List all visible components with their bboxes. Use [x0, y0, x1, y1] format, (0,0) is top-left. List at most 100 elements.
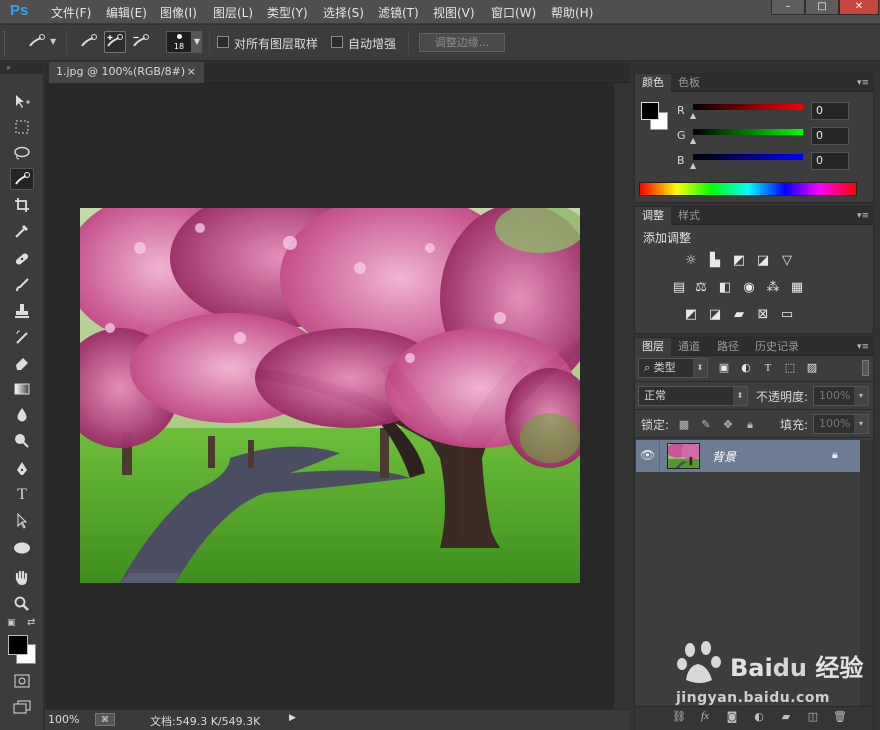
layer-name[interactable]: 背景 — [712, 448, 736, 465]
invert-icon[interactable]: ◩ — [682, 306, 700, 324]
close-tab-icon[interactable]: × — [187, 62, 196, 82]
foreground-color-swatch[interactable] — [8, 635, 28, 655]
minimize-button[interactable]: – — [771, 0, 805, 15]
green-value[interactable]: 0 — [811, 127, 849, 145]
refine-edge-button[interactable]: 调整边缘... — [419, 33, 505, 52]
tool-preset-picker[interactable] — [26, 31, 48, 53]
menu-edit[interactable]: 编辑(E) — [106, 4, 147, 21]
quick-selection-tool-icon[interactable] — [10, 168, 34, 190]
ellipse-tool-icon[interactable] — [10, 537, 34, 559]
exposure-icon[interactable]: ◪ — [754, 252, 772, 270]
filter-pixel-icon[interactable]: ▣ — [715, 359, 733, 377]
collapse-tools-icon[interactable]: » — [0, 62, 44, 74]
channel-mixer-icon[interactable]: ⁂ — [764, 279, 782, 297]
eraser-tool-icon[interactable] — [10, 352, 34, 374]
new-adjustment-layer-icon[interactable]: ◐ — [750, 710, 768, 726]
default-colors-icon[interactable]: ▣ — [7, 618, 16, 628]
layer-filter-select[interactable]: ⌕ 类型 ⬍ — [638, 358, 708, 378]
chevron-down-icon[interactable]: ▼ — [50, 37, 56, 46]
type-tool-icon[interactable]: T — [10, 484, 34, 506]
menu-help[interactable]: 帮助(H) — [551, 4, 593, 21]
blue-slider[interactable] — [693, 154, 803, 160]
vertical-scrollbar[interactable] — [614, 83, 630, 709]
brush-size-dropdown[interactable]: ▼ — [192, 31, 202, 53]
hand-tool-icon[interactable] — [10, 567, 34, 589]
quick-mask-icon[interactable] — [10, 670, 34, 692]
filter-adjustment-icon[interactable]: ◐ — [737, 359, 755, 377]
layer-row[interactable]: 👁︎ 背景 🔒︎ — [636, 440, 860, 472]
menu-window[interactable]: 窗口(W) — [491, 4, 536, 21]
lock-all-icon[interactable]: 🔒︎ — [742, 418, 758, 432]
history-brush-tool-icon[interactable] — [10, 326, 34, 348]
add-to-selection-button[interactable] — [104, 31, 126, 53]
gradient-tool-icon[interactable] — [10, 378, 34, 400]
threshold-icon[interactable]: ▰ — [730, 306, 748, 324]
clone-stamp-tool-icon[interactable] — [10, 300, 34, 322]
brush-tool-icon[interactable] — [10, 274, 34, 296]
document-image[interactable] — [80, 208, 580, 583]
tab-history[interactable]: 历史记录 — [748, 338, 806, 356]
levels-icon[interactable]: ▙ — [706, 252, 724, 270]
fx-icon[interactable]: fx — [696, 710, 714, 726]
slider-thumb-icon[interactable]: ▲ — [690, 136, 696, 145]
lock-transparent-icon[interactable]: ▩ — [676, 418, 692, 432]
black-white-icon[interactable]: ◧ — [716, 279, 734, 297]
spectrum-ramp[interactable] — [639, 182, 857, 196]
blur-tool-icon[interactable] — [10, 404, 34, 426]
dodge-tool-icon[interactable] — [10, 430, 34, 452]
color-balance-icon[interactable]: ⚖ — [692, 279, 710, 297]
photo-filter-icon[interactable]: ◉ — [740, 279, 758, 297]
maximize-button[interactable]: □ — [805, 0, 839, 15]
new-group-icon[interactable]: ▰ — [777, 710, 795, 726]
posterize-icon[interactable]: ◪ — [706, 306, 724, 324]
vibrance-icon[interactable]: ▽ — [778, 252, 796, 270]
menu-image[interactable]: 图像(I) — [160, 4, 197, 21]
menu-filter[interactable]: 滤镜(T) — [378, 4, 419, 21]
eye-icon[interactable]: 👁︎ — [640, 448, 655, 462]
red-slider[interactable] — [693, 104, 803, 110]
options-grip[interactable] — [4, 31, 7, 55]
new-layer-icon[interactable]: ◫ — [804, 710, 822, 726]
lasso-tool-icon[interactable] — [10, 142, 34, 164]
menu-layer[interactable]: 图层(L) — [213, 4, 253, 21]
sample-all-layers-checkbox[interactable] — [217, 36, 229, 48]
swap-colors-icon[interactable]: ⇄ — [27, 617, 35, 628]
selective-color-icon[interactable]: ⊠ — [754, 306, 772, 324]
hue-saturation-icon[interactable]: ▤ — [670, 279, 688, 297]
menu-file[interactable]: 文件(F) — [51, 4, 91, 21]
slider-thumb-icon[interactable]: ▲ — [690, 161, 696, 170]
add-mask-icon[interactable]: ◙ — [723, 710, 741, 726]
panel-menu-icon[interactable]: ▾≡ — [857, 342, 869, 352]
lock-position-icon[interactable]: ✥ — [720, 418, 736, 432]
curves-icon[interactable]: ◩ — [730, 252, 748, 270]
path-selection-tool-icon[interactable] — [10, 510, 34, 532]
brightness-icon[interactable]: ☼ — [682, 252, 700, 270]
link-layers-icon[interactable]: ⛓︎ — [670, 710, 688, 726]
layer-thumbnail[interactable] — [667, 443, 700, 469]
tab-paths[interactable]: 路径 — [710, 338, 746, 356]
marquee-tool-icon[interactable] — [10, 116, 34, 138]
pen-tool-icon[interactable] — [10, 458, 34, 480]
tab-channels[interactable]: 通道 — [671, 338, 707, 356]
document-tab[interactable]: 1.jpg @ 100%(RGB/8#) × — [49, 62, 204, 83]
tab-adjustments[interactable]: 调整 — [635, 207, 671, 225]
opacity-input[interactable]: 100% ▾ — [813, 386, 869, 406]
subtract-from-selection-button[interactable] — [130, 31, 152, 53]
filter-smart-object-icon[interactable]: ▨ — [803, 359, 821, 377]
green-slider[interactable] — [693, 129, 803, 135]
auto-enhance-checkbox[interactable] — [331, 36, 343, 48]
gradient-map-icon[interactable]: ▭ — [778, 306, 796, 324]
filter-shape-icon[interactable]: ⬚ — [781, 359, 799, 377]
menu-select[interactable]: 选择(S) — [323, 4, 364, 21]
filter-toggle[interactable] — [862, 360, 869, 376]
new-selection-button[interactable] — [78, 31, 100, 53]
zoom-tool-icon[interactable] — [10, 593, 34, 615]
tab-styles[interactable]: 样式 — [671, 207, 707, 225]
brush-size-picker[interactable]: 18 — [166, 31, 192, 53]
panel-menu-icon[interactable]: ▾≡ — [857, 211, 869, 221]
close-button[interactable]: ✕ — [839, 0, 879, 15]
blend-mode-select[interactable]: 正常 ⬍ — [638, 386, 748, 406]
filter-type-icon[interactable]: T — [759, 359, 777, 377]
crop-tool-icon[interactable] — [10, 194, 34, 216]
healing-brush-tool-icon[interactable] — [10, 248, 34, 270]
